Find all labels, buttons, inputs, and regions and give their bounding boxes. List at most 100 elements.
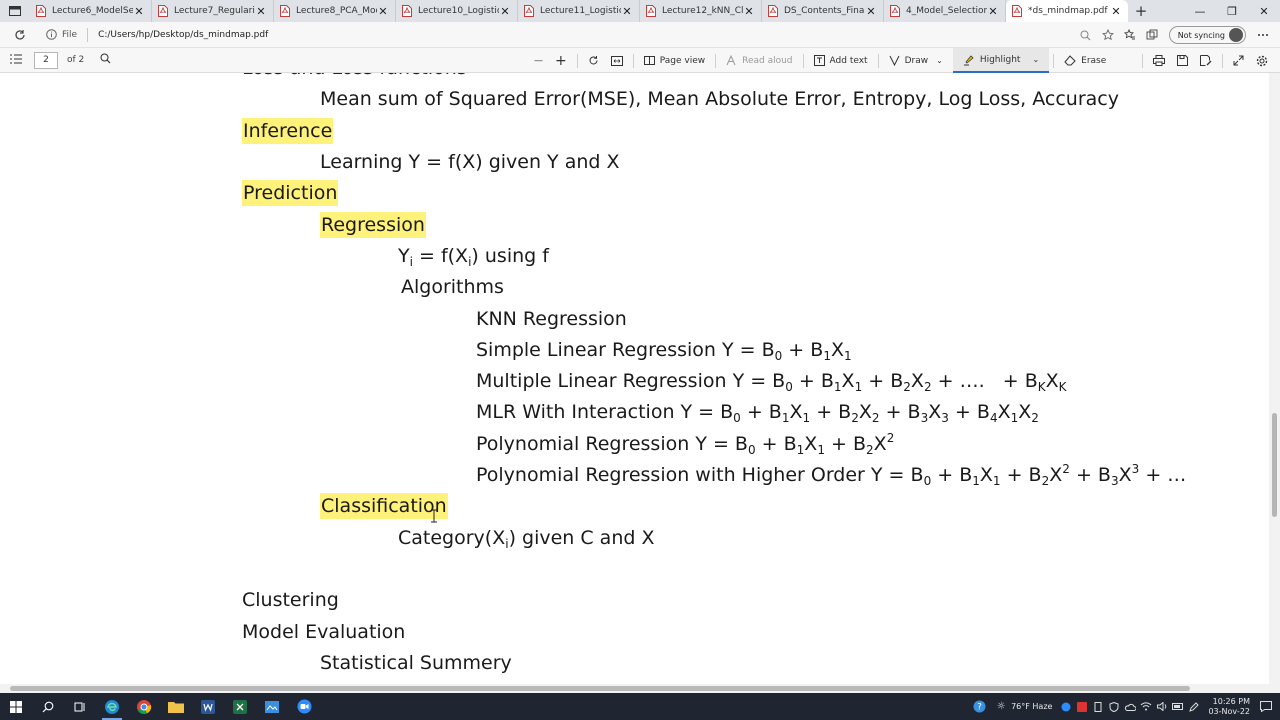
- pdf-toolbar: 2 of 2 — + Page view Read aloud Add text…: [0, 48, 1280, 73]
- fullscreen-icon[interactable]: [1227, 48, 1250, 73]
- collections-icon[interactable]: [1141, 29, 1163, 41]
- usb-icon[interactable]: [1090, 701, 1106, 712]
- save-icon[interactable]: [1171, 48, 1194, 73]
- highlight-dropdown-chevron-icon[interactable]: ⌄: [1032, 55, 1039, 64]
- taskbar-chrome[interactable]: [128, 693, 160, 720]
- zoom-out-icon[interactable]: —: [528, 48, 549, 73]
- browser-tab-7[interactable]: 4_Model_Selection_an✕: [884, 0, 1006, 22]
- tab-close-icon[interactable]: ✕: [1110, 5, 1122, 18]
- tab-close-icon[interactable]: ✕: [255, 5, 267, 18]
- browser-tab-2[interactable]: Lecture8_PCA_Module✕: [274, 0, 396, 22]
- taskbar-edge[interactable]: [96, 693, 128, 720]
- close-window-icon[interactable]: ✕: [1248, 0, 1280, 22]
- print-icon[interactable]: [1147, 48, 1171, 73]
- inference-description: Learning Y = f(X) given Y and X: [320, 151, 620, 173]
- save-as-icon[interactable]: [1194, 48, 1218, 73]
- poly-label: Polynomial Regression: [476, 433, 690, 455]
- erase-button[interactable]: Erase: [1058, 48, 1112, 73]
- taskbar-excel[interactable]: [224, 693, 256, 720]
- tab-close-icon[interactable]: ✕: [865, 5, 877, 18]
- zoom-icon[interactable]: [1075, 30, 1097, 41]
- pdf-file-icon: [402, 5, 412, 17]
- system-clock[interactable]: 10:26 PM 03-Nov-22: [1208, 697, 1250, 717]
- text-cursor-icon: [431, 509, 437, 523]
- new-tab-button[interactable]: +: [1128, 0, 1154, 22]
- browser-tab-5[interactable]: Lecture12_kNN_Classi✕: [640, 0, 762, 22]
- more-options-icon[interactable]: [1252, 33, 1274, 37]
- rotate-icon[interactable]: [582, 48, 605, 73]
- page-view-icon: [643, 56, 655, 65]
- tab-close-icon[interactable]: ✕: [133, 5, 145, 18]
- weather-text[interactable]: 76°F Haze: [1011, 702, 1052, 711]
- task-view-button[interactable]: [64, 693, 96, 720]
- draw-button[interactable]: Draw ⌄: [883, 48, 949, 73]
- tray-app-icon-2[interactable]: [1074, 701, 1090, 712]
- pdf-document-page[interactable]: Loss and Loss functions Mean sum of Squa…: [0, 73, 1280, 684]
- toolbar-separator: [1222, 53, 1223, 68]
- security-icon[interactable]: [1106, 701, 1122, 712]
- taskbar-app-blue[interactable]: [256, 693, 288, 720]
- vertical-scrollbar-thumb[interactable]: [1272, 413, 1277, 517]
- browser-tab-strip: Lecture6_ModelSelect✕Lecture7_Regulariza…: [0, 0, 1280, 22]
- page-view-button[interactable]: Page view: [638, 48, 711, 73]
- tab-close-icon[interactable]: ✕: [621, 5, 633, 18]
- highlight-button[interactable]: Highlight ⌄: [952, 48, 1050, 73]
- zoom-in-icon[interactable]: +: [549, 48, 573, 73]
- sync-status-button[interactable]: Not syncing: [1168, 26, 1246, 44]
- find-icon[interactable]: [100, 53, 111, 67]
- url-text[interactable]: C:/Users/hp/Desktop/ds_mindmap.pdf: [98, 30, 268, 40]
- tab-label: Lecture6_ModelSelect: [52, 6, 133, 16]
- algo-mlr-interaction: MLR With Interaction Y = B0 + B1X1 + B2X…: [476, 401, 1039, 425]
- wifi-icon[interactable]: [1138, 702, 1154, 711]
- browser-tab-3[interactable]: Lecture10_Logistic_Re✕: [396, 0, 518, 22]
- clock-time: 10:26 PM: [1212, 696, 1250, 706]
- fit-page-icon[interactable]: [605, 48, 629, 73]
- settings-gear-icon[interactable]: [1250, 48, 1274, 73]
- tab-close-icon[interactable]: ✕: [987, 5, 999, 18]
- browser-tab-8[interactable]: *ds_mindmap.pdf ✕: [1006, 0, 1128, 22]
- toolbar-separator: [715, 53, 717, 68]
- browser-tab-1[interactable]: Lecture7_Regularizati✕: [152, 0, 274, 22]
- onedrive-icon[interactable]: [1122, 703, 1138, 711]
- contents-menu-icon[interactable]: [10, 54, 22, 67]
- vertical-scrollbar[interactable]: [1269, 73, 1280, 684]
- battery-icon[interactable]: [1170, 703, 1186, 710]
- excel-icon: [233, 699, 247, 714]
- refresh-button[interactable]: [10, 25, 30, 45]
- draw-dropdown-chevron-icon[interactable]: ⌄: [936, 56, 943, 65]
- page-number-input[interactable]: 2: [34, 51, 58, 69]
- tab-close-icon[interactable]: ✕: [499, 5, 511, 18]
- search-button[interactable]: [32, 693, 64, 720]
- tab-close-icon[interactable]: ✕: [743, 5, 755, 18]
- favorite-add-icon[interactable]: [1097, 29, 1119, 41]
- browser-tab-0[interactable]: Lecture6_ModelSelect✕: [30, 0, 152, 22]
- tab-actions-menu[interactable]: [0, 0, 30, 22]
- taskbar-file-explorer[interactable]: [160, 693, 192, 720]
- horizontal-scrollbar-thumb[interactable]: [10, 686, 1190, 691]
- heading-clustering: Clustering: [242, 589, 339, 611]
- help-icon[interactable]: ?: [971, 700, 987, 713]
- classification-formula: Category(Xi) given C and X: [398, 527, 655, 551]
- pdf-file-icon: [890, 5, 900, 17]
- restore-icon[interactable]: ❐: [1216, 0, 1248, 22]
- browser-tab-4[interactable]: Lecture11_Logistic_Re✕: [518, 0, 640, 22]
- tray-app-icon-1[interactable]: [1058, 702, 1074, 712]
- site-info[interactable]: File C:/Users/hp/Desktop/ds_mindmap.pdf: [46, 27, 268, 42]
- add-text-button[interactable]: Add text: [808, 48, 874, 73]
- favorites-icon[interactable]: [1119, 29, 1141, 41]
- minimize-icon[interactable]: —: [1184, 0, 1216, 22]
- pen-icon[interactable]: [1186, 701, 1202, 712]
- browser-tab-6[interactable]: DS_Contents_Final_20✕: [762, 0, 884, 22]
- tab-close-icon[interactable]: ✕: [377, 5, 389, 18]
- taskbar-zoom[interactable]: [288, 693, 320, 720]
- volume-icon[interactable]: [1154, 702, 1170, 711]
- heading-regression: Regression: [320, 212, 426, 238]
- heading-statistical-summery: Statistical Summery: [320, 652, 512, 674]
- horizontal-scrollbar[interactable]: [0, 684, 1280, 693]
- taskbar-word[interactable]: [192, 693, 224, 720]
- notifications-icon[interactable]: [1258, 701, 1274, 712]
- start-button[interactable]: [0, 693, 32, 720]
- svg-text:?: ?: [977, 703, 982, 713]
- read-aloud-button[interactable]: Read aloud: [720, 48, 798, 73]
- add-text-label: Add text: [829, 55, 868, 66]
